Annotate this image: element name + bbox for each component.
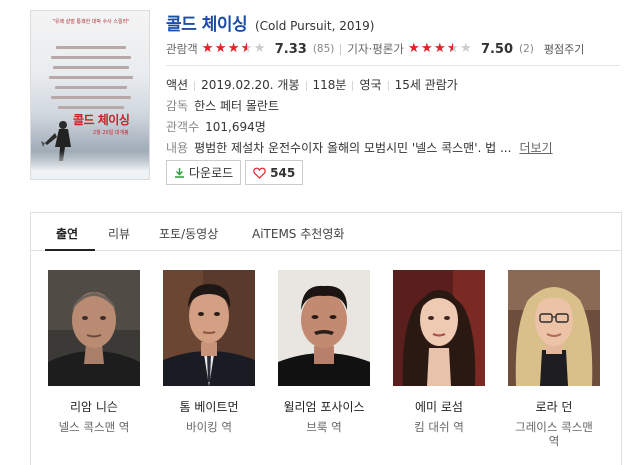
star-icon: ★ [459,41,472,56]
more-link[interactable]: 더보기 [519,141,552,155]
divider [387,80,389,91]
director-line: 감독 한스 페터 몰란트 [166,96,553,117]
star-icon: ★ ★ [201,41,214,56]
plot-summary: 평범한 제설차 운전수이자 올해의 모범시민 '넬스 콕스맨'. 법 ... [194,141,512,155]
action-buttons: 다운로드 545 [166,160,304,185]
critic-score: 7.50 [480,41,514,57]
plot-label: 내용 [166,141,189,155]
genre[interactable]: 액션 [166,78,188,92]
movie-title[interactable]: 콜드 체이싱 [166,15,248,35]
movie-poster[interactable]: "유쾌 살벌 통쾌한 대박 수사 스릴러" 콜드 체이싱 2월 20일 대개봉 [30,10,150,180]
cast-name[interactable]: 리암 니슨 [48,399,140,415]
runtime: 118분 [312,78,347,92]
star-icon: ★ ★ [446,41,459,56]
cast-photo[interactable] [163,270,255,386]
director-label: 감독 [166,99,189,113]
cast-card[interactable]: 톰 베이트먼 바이킹 역 [163,270,255,434]
cast-name[interactable]: 에미 로섬 [393,399,485,415]
detail-panel: 출연 리뷰 포토/동영상 AiTEMS 추천영화 리암 니슨 넬스 콕스맨 역 [30,212,622,465]
poster-snow [31,151,149,179]
audience-total: 101,694명 [205,120,266,134]
divider-line [166,65,620,66]
audience-stars: ★ ★ ★ ★ ★ ★ ★ ★ ★ [202,42,267,56]
tab-cast[interactable]: 출연 [56,225,78,242]
audience-count-label: 관객수 [166,120,200,134]
cast-name[interactable]: 로라 던 [508,399,600,415]
star-icon: ★ ★ [240,41,253,56]
cast-card[interactable]: 리암 니슨 넬스 콕스맨 역 [48,270,140,434]
director-name[interactable]: 한스 페터 몰란트 [194,99,279,113]
poster-title: 콜드 체이싱 [73,113,130,127]
tab-photo-video[interactable]: 포토/동영상 [159,225,218,242]
active-tab-indicator [45,249,95,251]
critic-stars: ★ ★ ★ ★ ★ ★ ★ ★ ★ [408,42,473,56]
poster-release-date: 2월 20일 대개봉 [93,130,129,136]
cast-name[interactable]: 톰 베이트먼 [163,399,255,415]
movie-title-en: (Cold Pursuit, 2019) [254,19,375,33]
cast-role: 킴 대쉬 역 [414,420,464,434]
tab-bar: 출연 리뷰 포토/동영상 AiTEMS 추천영화 [31,213,621,251]
critic-rating-label: 기자·평론가 [347,42,404,56]
star-icon: ★ ★ [214,41,227,56]
divider [340,43,342,55]
cast-card[interactable]: 윌리엄 포사이스 브룩 역 [278,270,370,434]
rating-row: 관람객 ★ ★ ★ ★ ★ ★ ★ ★ ★ 7.33 (85) 기자·평론가 ★ ★ ★ ★ ★ ★ ★ ★ ★… [166,41,584,57]
audience-count: (85) [312,43,335,55]
tab-aitems[interactable]: AiTEMS 추천영화 [252,225,344,242]
like-count: 545 [270,165,296,180]
poster-quotes [31,39,149,109]
audience-rating-label: 관람객 [166,42,198,56]
star-icon: ★ ★ [420,41,433,56]
release-date: 2019.02.20. 개봉 [201,78,300,92]
divider [305,80,307,91]
age-rating: 15세 관람가 [394,78,458,92]
star-icon: ★ ★ [407,41,420,56]
country[interactable]: 영국 [359,78,381,92]
cast-photo[interactable] [278,270,370,386]
audience-line: 관객수 101,694명 [166,117,553,138]
cast-photo[interactable] [393,270,485,386]
download-icon [175,168,184,178]
movie-info: 액션 2019.02.20. 개봉 118분 영국 15세 관람가 감독 한스 페터 몰란… [166,75,553,159]
rate-movie-link[interactable]: 평점주기 [544,41,584,57]
star-icon: ★ [253,41,266,56]
cast-role: 그레이스 콕스맨 역 [515,420,593,448]
cast-role: 넬스 콕스맨 역 [58,420,130,434]
download-label: 다운로드 [189,166,234,180]
cast-card[interactable]: 로라 던 그레이스 콕스맨 역 [508,270,600,448]
divider [352,80,354,91]
poster-tagline: "유쾌 살벌 통쾌한 대박 수사 스릴러" [52,19,130,25]
cast-photo[interactable] [48,270,140,386]
cast-role: 브룩 역 [306,420,342,434]
plot-line: 내용 평범한 제설차 운전수이자 올해의 모범시민 '넬스 콕스맨'. 법 ...… [166,138,553,159]
divider [194,80,196,91]
cast-role: 바이킹 역 [186,420,232,434]
heart-icon [253,167,266,179]
star-icon: ★ ★ [227,41,240,56]
like-button[interactable]: 545 [245,160,304,185]
cast-card[interactable]: 에미 로섬 킴 대쉬 역 [393,270,485,434]
cast-name[interactable]: 윌리엄 포사이스 [278,399,370,415]
title-row: 콜드 체이싱 (Cold Pursuit, 2019) [166,10,374,35]
cast-photo[interactable] [508,270,600,386]
star-icon: ★ ★ [433,41,446,56]
critic-count: (2) [519,43,534,55]
audience-score: 7.33 [274,41,307,57]
info-summary-line: 액션 2019.02.20. 개봉 118분 영국 15세 관람가 [166,75,553,96]
tab-reviews[interactable]: 리뷰 [108,225,130,242]
download-button[interactable]: 다운로드 [166,160,242,185]
